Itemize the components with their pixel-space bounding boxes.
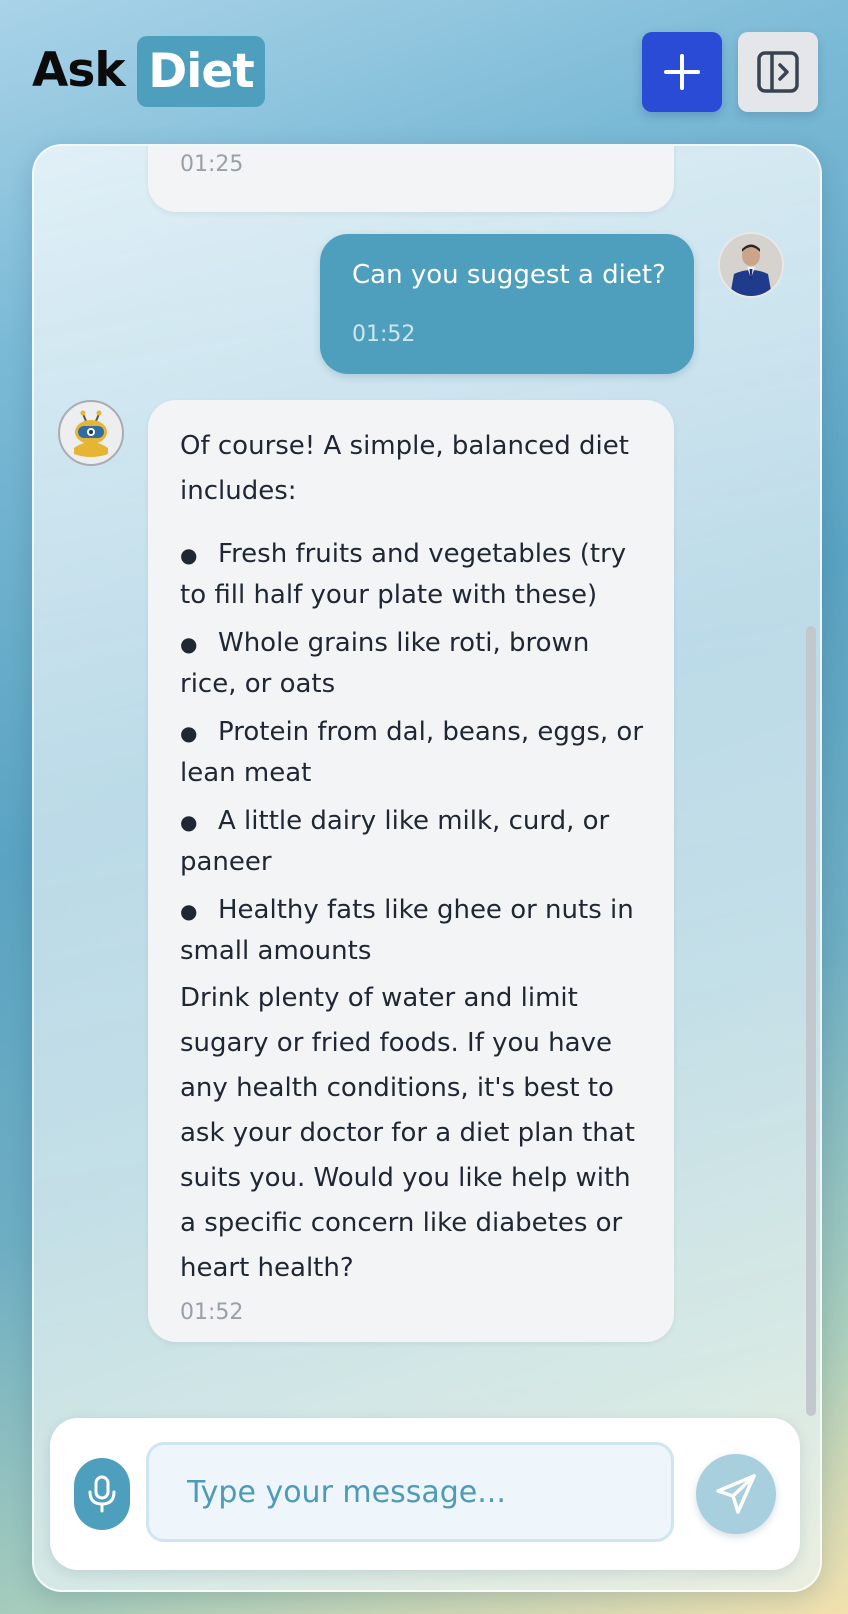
brand-logo-diet: Diet bbox=[137, 36, 265, 107]
panel-right-open-icon bbox=[757, 51, 799, 93]
voice-input-button[interactable] bbox=[74, 1458, 130, 1530]
send-icon bbox=[716, 1474, 756, 1514]
microphone-icon bbox=[88, 1475, 116, 1513]
bullet-icon: ● bbox=[180, 810, 198, 834]
user-avatar bbox=[718, 232, 784, 298]
assistant-message-bubble: 01:25 bbox=[148, 146, 674, 212]
list-item: ● Fresh fruits and vegetables (try to fil… bbox=[180, 534, 650, 615]
bullet-icon: ● bbox=[180, 721, 198, 745]
new-chat-button[interactable] bbox=[642, 32, 722, 112]
list-item: ● Healthy fats like ghee or nuts in small… bbox=[180, 890, 650, 971]
message-input[interactable] bbox=[146, 1442, 674, 1542]
brand-logo-ask: Ask bbox=[32, 43, 126, 98]
message-timestamp: 01:25 bbox=[180, 152, 244, 177]
send-button[interactable] bbox=[696, 1454, 776, 1534]
list-item: ● Protein from dal, beans, eggs, or lean … bbox=[180, 712, 650, 793]
bullet-icon: ● bbox=[180, 543, 198, 567]
app-header: Ask Diet bbox=[0, 0, 848, 140]
plus-icon bbox=[664, 54, 700, 90]
assistant-message-outro: Drink plenty of water and limit sugary o… bbox=[180, 983, 635, 1283]
bullet-icon: ● bbox=[180, 632, 198, 656]
message-timestamp: 01:52 bbox=[352, 322, 416, 347]
diet-item-list: ● Fresh fruits and vegetables (try to fil… bbox=[180, 534, 650, 979]
bullet-icon: ● bbox=[180, 899, 198, 923]
list-item: ● A little dairy like milk, curd, or pane… bbox=[180, 801, 650, 882]
assistant-message-intro: Of course! A simple, balanced diet inclu… bbox=[180, 431, 629, 506]
user-message-bubble: Can you suggest a diet? 01:52 bbox=[320, 234, 694, 374]
user-message-text: Can you suggest a diet? bbox=[352, 260, 666, 290]
message-timestamp: 01:52 bbox=[180, 1300, 244, 1325]
list-item: ● Whole grains like roti, brown rice, or … bbox=[180, 623, 650, 704]
bot-avatar bbox=[58, 400, 124, 466]
message-composer bbox=[50, 1418, 800, 1570]
message-list[interactable]: 01:25 Can you suggest a diet? 01:52 Of c… bbox=[34, 146, 820, 1406]
scrollbar-thumb[interactable] bbox=[806, 626, 816, 1416]
sidebar-toggle-button[interactable] bbox=[738, 32, 818, 112]
chat-panel: 01:25 Can you suggest a diet? 01:52 Of c… bbox=[32, 144, 822, 1592]
assistant-message-bubble: Of course! A simple, balanced diet inclu… bbox=[148, 400, 674, 1342]
